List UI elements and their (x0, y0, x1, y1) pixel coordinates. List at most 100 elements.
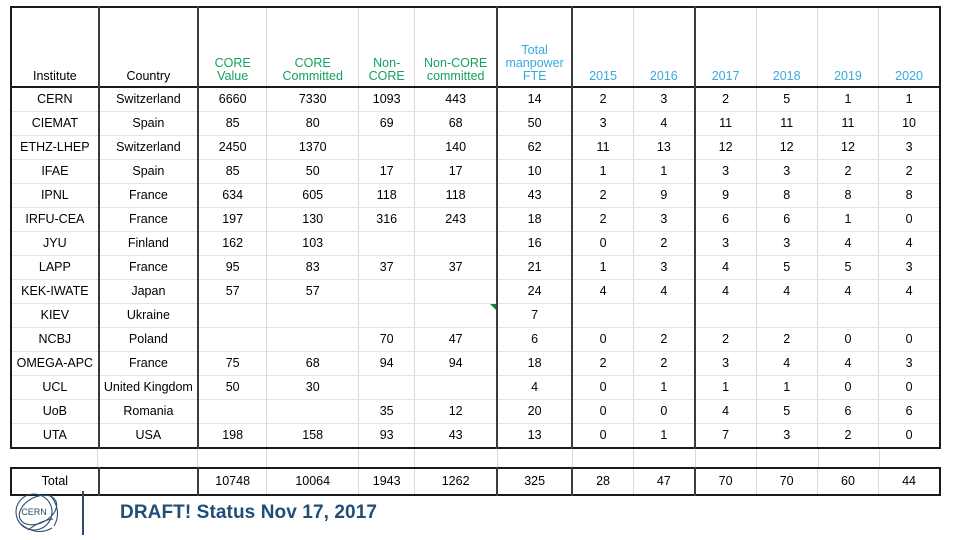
cern-logo-icon: CERN (15, 493, 59, 533)
cell-country: France (97, 255, 199, 280)
cell-y2019 (816, 303, 879, 328)
cell-y2017: 4 (693, 399, 757, 424)
table-row: JYU Finland 162 103 16 0 2 3 3 4 4 (10, 231, 942, 256)
cell-core_value (197, 303, 267, 328)
cell-y2016: 2 (632, 351, 695, 376)
spacer-cell (633, 449, 696, 467)
cell-non_core_committed: 47 (414, 327, 498, 352)
cell-y2015: 0 (571, 327, 634, 352)
cell-y2017: 2 (693, 88, 757, 112)
cell-total_fte: 62 (496, 135, 573, 160)
cell-y2017: 12 (693, 135, 757, 160)
cell-non_core_committed (414, 303, 498, 328)
col-header-2016: 2016 (632, 7, 695, 87)
table-row: IPNL France 634 605 118 118 43 2 9 9 8 8 8 (10, 183, 942, 208)
cell-country: USA (97, 423, 199, 448)
table-row: ETHZ-LHEP Switzerland 2450 1370 140 62 11 13 12 1… (10, 135, 942, 160)
table-row: UCL United Kingdom 50 30 4 0 1 1 1 0 0 (10, 375, 942, 400)
cell-y2018: 3 (755, 231, 818, 256)
spacer-cell (878, 449, 941, 467)
cell-core_value: 57 (197, 279, 267, 304)
col-header-country: Country (97, 7, 199, 87)
cell-y2020: 3 (878, 255, 942, 280)
cell-total_fte: 18 (496, 207, 573, 232)
cell-y2015: 0 (571, 423, 634, 448)
cell-non_core: 35 (358, 399, 415, 424)
cell-total_fte: 43 (496, 183, 573, 208)
cell-y2016: 3 (632, 207, 695, 232)
cell-y2016: 1 (632, 375, 695, 400)
cell-core_value: 85 (197, 111, 267, 136)
cell-y2018: 3 (755, 159, 818, 184)
cell-non_core_committed (414, 375, 498, 400)
cell-institute: ETHZ-LHEP (10, 135, 99, 160)
cell-y2019: 4 (816, 279, 879, 304)
cell-y2018: 5 (755, 399, 818, 424)
cell-core_committed: 158 (266, 423, 359, 448)
cell-total_fte: 10 (496, 159, 573, 184)
cell-country: Finland (97, 231, 199, 256)
cell-country: Spain (97, 111, 199, 136)
cell-non_core (358, 231, 415, 256)
cell-y2020: 3 (878, 351, 942, 376)
table-row: IFAE Spain 85 50 17 17 10 1 1 3 3 2 2 (10, 159, 942, 184)
cell-y2018: 3 (755, 423, 818, 448)
col-header-2015: 2015 (571, 7, 634, 87)
table-row: LAPP France 95 83 37 37 21 1 3 4 5 5 3 (10, 255, 942, 280)
cell-core_value (197, 327, 267, 352)
cell-core_committed: 50 (266, 159, 359, 184)
cell-y2018: 5 (755, 255, 818, 280)
spacer-cell (97, 449, 198, 467)
cell-y2020: 8 (878, 183, 942, 208)
cell-non_core_committed: 43 (414, 423, 498, 448)
cell-institute: OMEGA-APC (10, 351, 99, 376)
cell-y2015: 2 (571, 351, 634, 376)
col-header-2017: 2017 (693, 7, 757, 87)
col-header-country-label: Country (126, 68, 171, 83)
table-header: Institute Country CORE Value CORE Commit… (10, 6, 942, 88)
cell-institute: CIEMAT (10, 111, 99, 136)
spacer-cell (756, 449, 819, 467)
cell-y2019: 11 (816, 111, 879, 136)
cell-y2018 (755, 303, 818, 328)
cell-non_core_committed: 94 (414, 351, 498, 376)
cell-y2015: 2 (571, 88, 634, 112)
cell-y2015: 1 (571, 159, 634, 184)
cell-non_core: 70 (358, 327, 415, 352)
cell-non_core: 69 (358, 111, 415, 136)
cell-core_committed: 68 (266, 351, 359, 376)
cell-y2019: 1 (816, 207, 879, 232)
col-header-2019: 2019 (816, 7, 879, 87)
cell-y2016: 2 (632, 231, 695, 256)
cell-core_value: 85 (197, 159, 267, 184)
cell-country: United Kingdom (97, 375, 199, 400)
cell-core_committed: 130 (266, 207, 359, 232)
table-body: CERN Switzerland 6660 7330 1093 443 14 2 3 2 5 1 1 CI… (10, 88, 942, 449)
cell-country: Poland (97, 327, 199, 352)
cell-y2019: 8 (816, 183, 879, 208)
cell-non_core: 118 (358, 183, 415, 208)
cell-y2017: 3 (693, 159, 757, 184)
footer-status-text: DRAFT! Status Nov 17, 2017 (120, 502, 378, 523)
cell-y2018: 1 (755, 375, 818, 400)
spacer-cell (496, 449, 573, 467)
cell-total_fte: 13 (496, 423, 573, 448)
cell-non_core_committed: 68 (414, 111, 498, 136)
cell-institute: KIEV (10, 303, 99, 328)
cell-total_fte: 16 (496, 231, 573, 256)
cell-non_core_committed: 17 (414, 159, 498, 184)
cell-y2020: 1 (878, 88, 942, 112)
cell-y2016: 1 (632, 423, 695, 448)
cell-y2018: 12 (755, 135, 818, 160)
cell-y2019: 4 (816, 351, 879, 376)
col-header-core-committed: CORE Committed (266, 7, 359, 87)
cell-institute: IFAE (10, 159, 99, 184)
cell-institute: IPNL (10, 183, 99, 208)
cell-country: Ukraine (97, 303, 199, 328)
col-header-2018: 2018 (755, 7, 818, 87)
cell-total_fte: 4 (496, 375, 573, 400)
cell-non_core_committed: 140 (414, 135, 498, 160)
spacer-cell (414, 449, 498, 467)
cell-core_value: 198 (197, 423, 267, 448)
footer-divider (82, 491, 84, 535)
